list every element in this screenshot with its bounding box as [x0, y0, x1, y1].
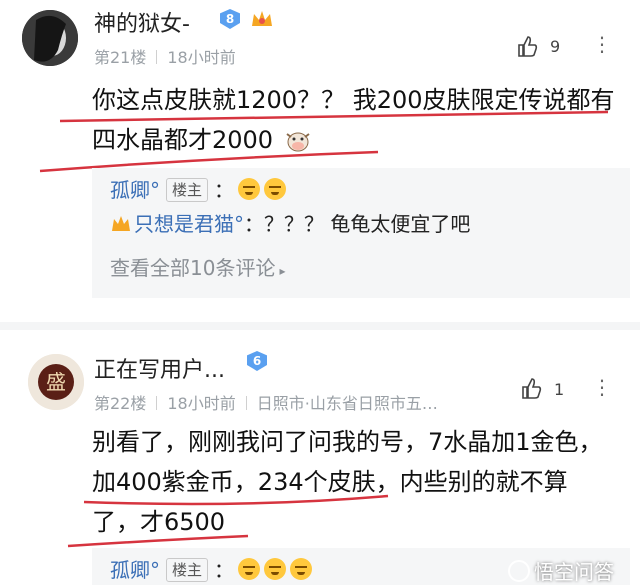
reply-item[interactable]: 只想是君猫°：？？？ 龟龟太便宜了吧: [110, 208, 470, 239]
op-tag: 楼主: [166, 178, 209, 202]
watermark: 悟空问答: [508, 556, 614, 585]
reply-author[interactable]: 孤卿°: [110, 178, 160, 202]
reply-author[interactable]: 只想是君猫°: [134, 212, 244, 236]
view-all-replies-link[interactable]: 查看全部10条评论 ▸: [110, 252, 285, 281]
comment-floor-21: 神的狱女- 8 第21楼 18小时前 9 ⋮ 你这点皮肤就1200？？ 我200皮…: [0, 0, 640, 322]
angry-emoji-icon: [290, 558, 313, 580]
comment-floor-22: 盛 正在写用户... 6 第22楼 18小时前 日照市·山东省日照市五… 1 ⋮ 别…: [0, 330, 640, 585]
reply-box: 孤卿° 楼主： 只想是君猫°：？？？ 龟龟太便宜了吧 查看全部10条评论 ▸: [92, 168, 630, 298]
chevron-right-icon: ▸: [279, 264, 286, 278]
angry-emoji-icon: [264, 178, 287, 200]
wukong-logo-icon: [508, 560, 530, 582]
angry-emoji-icon: [238, 178, 261, 200]
angry-emoji-icon: [264, 558, 287, 580]
reply-author[interactable]: 孤卿°: [110, 558, 160, 582]
section-divider: [0, 322, 640, 330]
angry-emoji-icon: [238, 558, 261, 580]
red-underline-marks: [67, 494, 389, 548]
reply-item[interactable]: 孤卿° 楼主：: [110, 174, 287, 203]
reply-item[interactable]: 孤卿° 楼主：: [110, 554, 313, 583]
crown-icon: [110, 214, 132, 239]
op-tag: 楼主: [166, 558, 209, 582]
